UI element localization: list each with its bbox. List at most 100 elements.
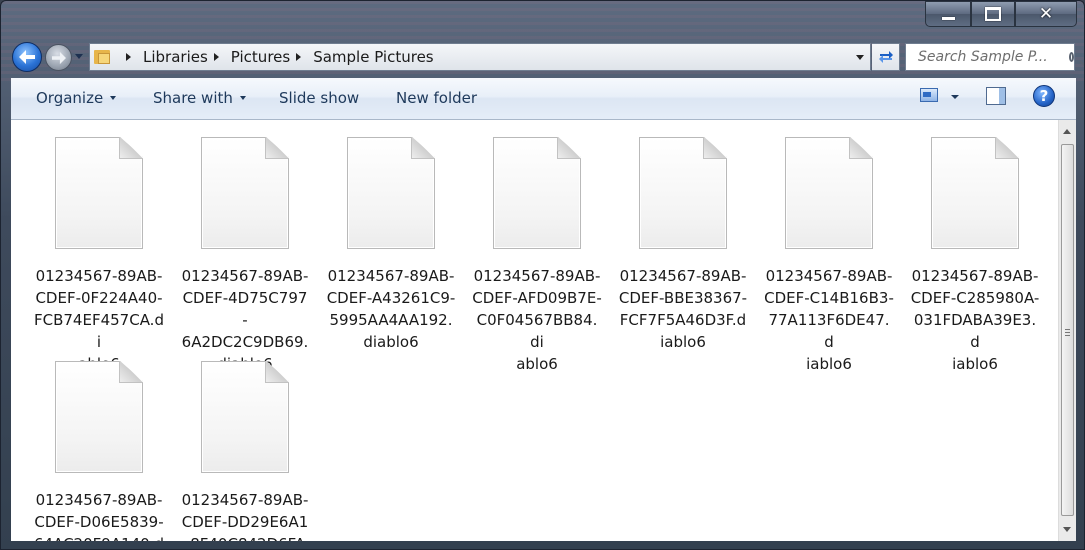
page-fold-icon [849, 137, 873, 159]
file-name-line: 031FDABA39E3.d [913, 311, 1037, 351]
file-item[interactable]: 01234567-89AB- CDEF-D06E5839- 64AC20F9A140… [34, 344, 164, 541]
file-name-line: 01234567-89AB- [181, 267, 309, 285]
page-fold-icon [119, 361, 143, 383]
share-with-menu[interactable]: Share with [153, 89, 246, 107]
preview-pane-icon[interactable] [986, 87, 1006, 105]
file-name-line: 01234567-89AB- [35, 267, 163, 285]
recent-pages-dropdown[interactable] [75, 54, 83, 59]
breadcrumb-chevron-icon[interactable] [126, 53, 131, 61]
file-item[interactable]: 01234567-89AB- CDEF-DD29E6A1 -8F40C842D6FA [180, 344, 310, 541]
document-file-icon [201, 137, 289, 249]
file-name-line: iablo6 [660, 333, 706, 351]
file-name-line: CDEF-A43261C9- [326, 289, 456, 307]
file-name-line: CDEF-DD29E6A1 [181, 513, 309, 531]
close-button[interactable]: ✕ [1015, 1, 1077, 27]
file-name-line: 01234567-89AB- [473, 267, 601, 285]
file-name-line: 01234567-89AB- [911, 267, 1039, 285]
file-name-line: CDEF-4D75C797- [182, 289, 308, 329]
organize-menu[interactable]: Organize [36, 89, 117, 107]
address-bar[interactable]: Libraries Pictures Sample Pictures [89, 43, 871, 71]
file-name: 01234567-89AB- CDEF-C285980A- 031FDABA39E3… [910, 265, 1040, 375]
page-fold-icon [119, 137, 143, 159]
search-icon[interactable] [1069, 52, 1074, 62]
document-file-icon [931, 137, 1019, 249]
file-name-line: diablo6 [363, 333, 419, 351]
breadcrumb-sample-pictures[interactable]: Sample Pictures [313, 48, 433, 66]
maximize-button[interactable] [971, 1, 1015, 27]
file-name: 01234567-89AB- CDEF-BBE38367- FCF7F5A46D3F… [618, 265, 748, 353]
file-name-line: CDEF-C285980A- [910, 289, 1040, 307]
file-name-line: 77A113F6DE47.d [768, 311, 890, 351]
file-name: 01234567-89AB- CDEF-C14B16B3- 77A113F6DE47… [764, 265, 894, 375]
file-name-line: FCF7F5A46D3F.d [619, 311, 747, 329]
file-name-line: iablo6 [806, 355, 852, 373]
file-name: 01234567-89AB- CDEF-D06E5839- 64AC20F9A140… [34, 489, 164, 541]
file-name-line: 01234567-89AB- [327, 267, 455, 285]
scroll-down-arrow-icon[interactable] [1063, 527, 1071, 532]
breadcrumb-libraries[interactable]: Libraries [143, 48, 208, 66]
file-name-line: 01234567-89AB- [619, 267, 747, 285]
search-input[interactable] [916, 48, 1068, 66]
refresh-icon [878, 51, 893, 63]
search-box[interactable] [905, 43, 1075, 71]
file-name-line: C0F04567BB84.di [476, 311, 598, 351]
file-name: 01234567-89AB- CDEF-AFD09B7E- C0F04567BB84… [472, 265, 602, 375]
organize-label: Organize [36, 89, 104, 107]
new-folder-button[interactable]: New folder [396, 89, 477, 107]
page-fold-icon [265, 361, 289, 383]
file-item[interactable]: 01234567-89AB- CDEF-C14B16B3- 77A113F6DE47… [764, 120, 894, 375]
new-folder-label: New folder [396, 89, 478, 107]
file-name-line: iablo6 [952, 355, 998, 373]
file-name-line: 64AC20F9A140.d [34, 533, 164, 541]
document-file-icon [347, 137, 435, 249]
page-fold-icon [265, 137, 289, 159]
address-history-dropdown[interactable] [856, 55, 864, 60]
change-view-icon[interactable] [920, 88, 938, 102]
page-fold-icon [557, 137, 581, 159]
file-name-line: 01234567-89AB- [35, 491, 163, 509]
document-file-icon [55, 137, 143, 249]
vertical-scrollbar[interactable] [1058, 120, 1076, 541]
breadcrumb-chevron-icon[interactable] [296, 53, 302, 61]
chevron-down-icon [239, 96, 246, 100]
maximize-icon [985, 7, 1001, 21]
breadcrumb-chevron-icon[interactable] [213, 53, 219, 61]
file-item[interactable]: 01234567-89AB- CDEF-C285980A- 031FDABA39E3… [910, 120, 1040, 375]
grip-icon [1065, 329, 1070, 330]
file-item[interactable]: 01234567-89AB- CDEF-4D75C797- 6A2DC2C9DB69… [180, 120, 310, 375]
breadcrumb-pictures[interactable]: Pictures [231, 48, 290, 66]
scroll-up-arrow-icon[interactable] [1063, 129, 1071, 134]
document-file-icon [639, 137, 727, 249]
file-name-line: 01234567-89AB- [181, 491, 309, 509]
explorer-window: ✕ Libraries Pictures Sample Pictures Org… [0, 0, 1085, 550]
file-name: 01234567-89AB- CDEF-A43261C9- 5995AA4AA192… [326, 265, 456, 353]
forward-button[interactable] [45, 44, 72, 71]
file-name-line: CDEF-AFD09B7E- [472, 289, 602, 307]
refresh-button[interactable] [872, 43, 900, 71]
view-options-dropdown[interactable] [951, 95, 959, 99]
close-icon: ✕ [1038, 3, 1054, 24]
forward-arrow-icon [51, 51, 66, 64]
slide-show-button[interactable]: Slide show [279, 89, 359, 107]
back-button[interactable] [12, 42, 42, 72]
file-item[interactable]: 01234567-89AB- CDEF-0F224A40- FCB74EF457CA… [34, 120, 164, 375]
share-with-label: Share with [153, 89, 233, 107]
file-name-line: CDEF-C14B16B3- [764, 289, 894, 307]
chevron-down-icon [110, 96, 117, 100]
page-fold-icon [411, 137, 435, 159]
file-name-line: CDEF-0F224A40- [35, 289, 163, 307]
page-fold-icon [995, 137, 1019, 159]
scrollbar-thumb[interactable] [1061, 144, 1074, 516]
minimize-icon [941, 16, 955, 20]
document-file-icon [201, 361, 289, 473]
file-name-line: CDEF-D06E5839- [34, 513, 164, 531]
file-item[interactable]: 01234567-89AB- CDEF-AFD09B7E- C0F04567BB84… [472, 120, 602, 375]
minimize-button[interactable] [925, 1, 971, 27]
file-name-line: -8F40C842D6FA [180, 533, 310, 541]
file-name-line: CDEF-BBE38367- [618, 289, 748, 307]
help-icon[interactable]: ? [1033, 85, 1055, 107]
file-name-line: 01234567-89AB- [765, 267, 893, 285]
document-file-icon [493, 137, 581, 249]
file-item[interactable]: 01234567-89AB- CDEF-BBE38367- FCF7F5A46D3F… [618, 120, 748, 353]
file-item[interactable]: 01234567-89AB- CDEF-A43261C9- 5995AA4AA192… [326, 120, 456, 353]
